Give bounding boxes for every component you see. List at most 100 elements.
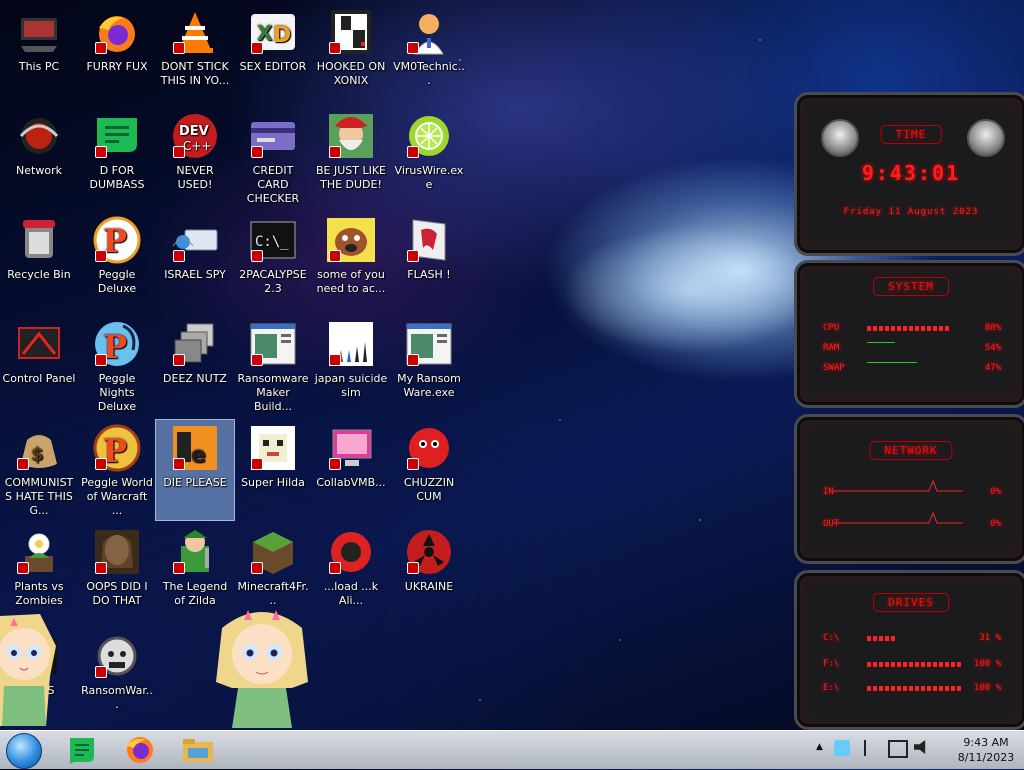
desktop-icon[interactable]: FURRY FUX	[78, 4, 156, 104]
cloud-app-tray-icon[interactable]	[834, 740, 850, 756]
docs-app-taskbar-icon[interactable]	[64, 734, 100, 766]
shortcut-arrow-icon	[95, 146, 107, 158]
cpu-label: CPU	[823, 323, 840, 333]
svg-text:C++: C++	[183, 139, 212, 153]
shortcut-arrow-icon	[329, 146, 341, 158]
file-explorer-taskbar-icon[interactable]	[180, 734, 216, 766]
desktop-icon-label: COMMUNISTS HATE THIS G...	[4, 476, 74, 517]
drives-widget: DRIVES C:\ 31 % F:\ 100 % E:\ 100 %	[794, 570, 1024, 730]
desktop-icon-label: Peggle World of Warcraft ...	[81, 476, 153, 517]
shortcut-arrow-icon	[173, 146, 185, 158]
desktop-icon[interactable]: DEV C++ NEVER USED!	[156, 108, 234, 208]
desktop-icon[interactable]: VirusWire.exe	[390, 108, 468, 208]
desktop-icon[interactable]: CHUZZIN CUM	[390, 420, 468, 520]
desktop-icon-label: japan suicide sim	[314, 372, 388, 399]
svg-text:C:\_: C:\_	[255, 234, 289, 250]
desktop-icon[interactable]: ...load ...k Ali...	[312, 524, 390, 624]
desktop-icon[interactable]: e DIE PLEASE	[155, 419, 235, 521]
character-sprite[interactable]	[0, 606, 60, 728]
desktop-icon[interactable]: Ransomware Maker Build...	[234, 316, 312, 416]
desktop-icon[interactable]: VM0Technic...	[390, 4, 468, 104]
shortcut-arrow-icon	[329, 42, 341, 54]
desktop-icon[interactable]: This PC	[0, 4, 78, 104]
desktop-icon[interactable]: $ COMMUNISTS HATE THIS G...	[0, 420, 78, 520]
desktop-icon[interactable]: Network	[0, 108, 78, 208]
net-in-value: 0%	[990, 487, 1001, 497]
desktop-icon[interactable]: D FOR DUMBASS	[78, 108, 156, 208]
shortcut-arrow-icon	[251, 562, 263, 574]
desktop-icon[interactable]: Super Hilda	[234, 420, 312, 520]
desktop-icon-label: SEX EDITOR	[239, 60, 307, 73]
shortcut-arrow-icon	[329, 458, 341, 470]
shortcut-arrow-icon	[95, 458, 107, 470]
cpu-bar	[867, 326, 950, 331]
ram-label: RAM	[823, 343, 840, 353]
swap-value: 47%	[984, 363, 1001, 373]
app-icon: P	[93, 216, 141, 264]
start-button[interactable]	[6, 733, 42, 769]
firefox-taskbar-icon[interactable]	[122, 734, 158, 766]
flag-icon[interactable]	[864, 740, 880, 756]
time-widget: TIME 9:43:01 Friday 11 August 2023	[794, 92, 1024, 256]
desktop-icon[interactable]: some of you need to ac...	[312, 212, 390, 312]
show-hidden-icons-arrow[interactable]: ▲	[816, 742, 823, 752]
taskbar-clock[interactable]: 9:43 AM 8/11/2023	[956, 735, 1016, 765]
shortcut-arrow-icon	[329, 562, 341, 574]
drive-c-label: C:\	[823, 633, 840, 643]
app-icon: $	[15, 424, 63, 472]
desktop-icon-label: Super Hilda	[241, 476, 305, 489]
drives-header: DRIVES	[873, 593, 949, 612]
shortcut-arrow-icon	[17, 562, 29, 574]
desktop-icon-label: 2PACALYPSE 2.3	[239, 268, 307, 295]
app-icon	[93, 112, 141, 160]
character-sprite[interactable]	[212, 602, 312, 728]
app-icon	[249, 112, 297, 160]
desktop-icon[interactable]: OOPS DID I DO THAT	[78, 524, 156, 624]
desktop-icon[interactable]: CREDIT CARD CHECKER	[234, 108, 312, 208]
volume-icon[interactable]	[914, 740, 926, 754]
app-icon	[327, 320, 375, 368]
desktop-icon[interactable]: DONT STICK THIS IN YO...	[156, 4, 234, 104]
network-tray-icon[interactable]	[888, 740, 908, 758]
shortcut-arrow-icon	[251, 42, 263, 54]
desktop-icon[interactable]: P Peggle World of Warcraft ...	[78, 420, 156, 520]
desktop-icon[interactable]: X D SEX EDITOR	[234, 4, 312, 104]
app-icon: C:\_	[249, 216, 297, 264]
desktop-icon[interactable]: P Peggle Nights Deluxe	[78, 316, 156, 416]
desktop-icon-label: My Ransom Ware.exe	[397, 372, 461, 399]
desktop-icon[interactable]: FLASH !	[390, 212, 468, 312]
desktop-icon[interactable]: P Peggle Deluxe	[78, 212, 156, 312]
desktop-icon[interactable]: HOOKED ON XONIX	[312, 4, 390, 104]
shortcut-arrow-icon	[251, 354, 263, 366]
desktop-icon[interactable]: RansomWar...	[78, 628, 156, 728]
app-icon	[327, 8, 375, 56]
drive-f-value: 100 %	[973, 659, 1001, 669]
app-icon: XD	[249, 8, 297, 56]
ram-value: 54%	[984, 343, 1001, 353]
desktop-icon[interactable]: DEEZ NUTZ	[156, 316, 234, 416]
shortcut-arrow-icon	[407, 250, 419, 262]
desktop-icon[interactable]: C:\_ 2PACALYPSE 2.3	[234, 212, 312, 312]
desktop-icon[interactable]: UKRAINE	[390, 524, 468, 624]
desktop-icon-label: VM0Technic...	[393, 60, 465, 87]
desktop-icon-label: DIE PLEASE	[163, 476, 227, 489]
shortcut-arrow-icon	[251, 250, 263, 262]
desktop-icon-label: CREDIT CARD CHECKER	[246, 164, 300, 205]
desktop-icon-label: RansomWar...	[81, 684, 153, 711]
network-header: NETWORK	[869, 441, 953, 460]
desktop-icon[interactable]: BE JUST LIKE THE DUDE!	[312, 108, 390, 208]
desktop-icon[interactable]: CollabVMB...	[312, 420, 390, 520]
desktop-icon[interactable]: ISRAEL SPY	[156, 212, 234, 312]
desktop-icon[interactable]: japan suicide sim	[312, 316, 390, 416]
shortcut-arrow-icon	[329, 354, 341, 366]
desktop-icon[interactable]: My Ransom Ware.exe	[390, 316, 468, 416]
desktop-icon[interactable]: Control Panel	[0, 316, 78, 416]
app-icon	[405, 216, 453, 264]
desktop-icon-label: DONT STICK THIS IN YO...	[160, 60, 230, 87]
desktop-icon[interactable]: Recycle Bin	[0, 212, 78, 312]
desktop-icon-label: Plants vs Zombies	[14, 580, 64, 607]
drive-c-value: 31 %	[979, 633, 1001, 643]
alien-head-icon	[821, 119, 859, 157]
desktop-icon-label: HOOKED ON XONIX	[316, 60, 386, 87]
shortcut-arrow-icon	[95, 562, 107, 574]
